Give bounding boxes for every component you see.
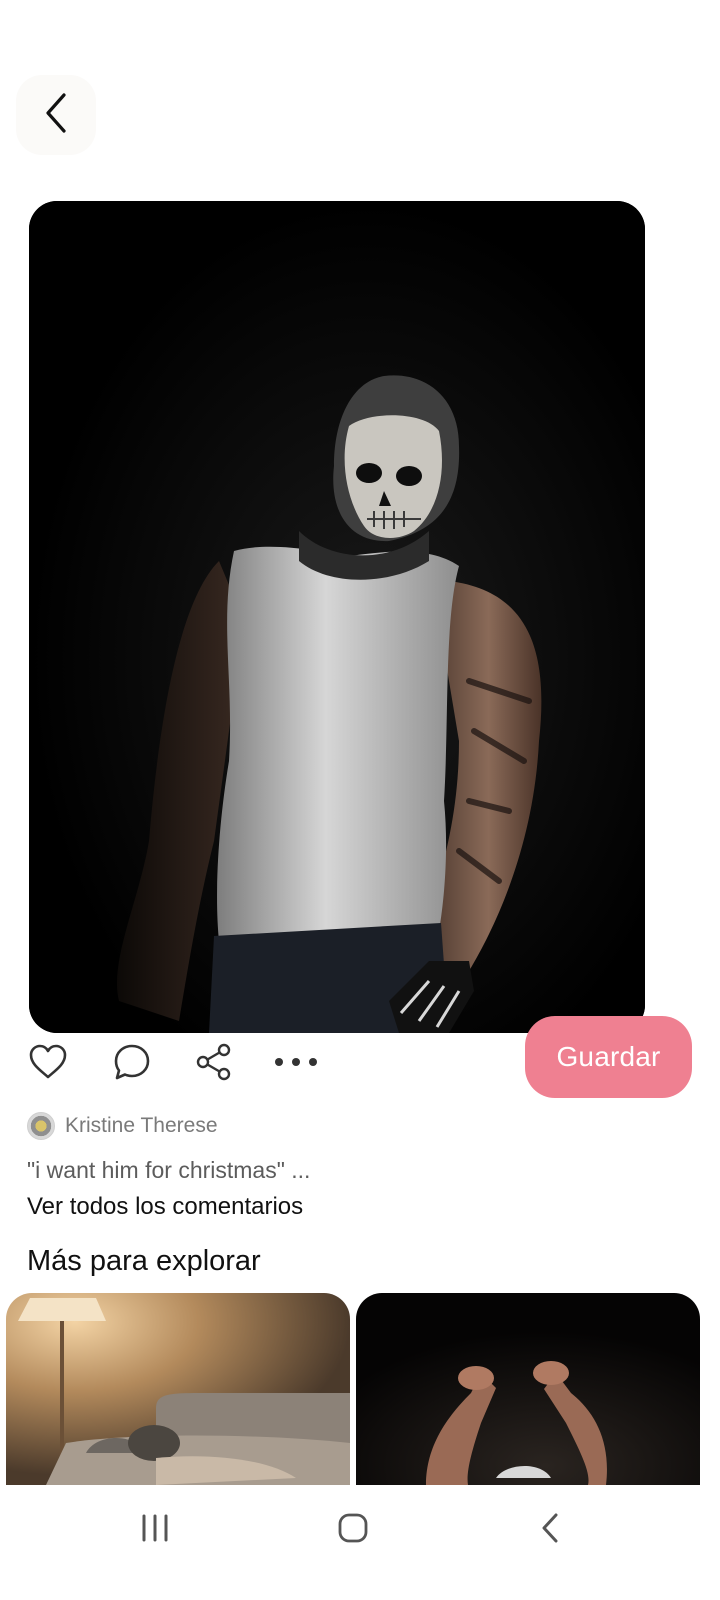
back-button[interactable]: [16, 75, 96, 155]
share-icon: [194, 1042, 234, 1087]
system-navigation-bar: [0, 1485, 720, 1600]
home-button[interactable]: [313, 1505, 393, 1555]
pin-author[interactable]: Kristine Therese: [27, 1110, 218, 1142]
comment-button[interactable]: [108, 1038, 156, 1090]
explore-pin-thumbnail[interactable]: [356, 1293, 700, 1485]
see-all-comments-link[interactable]: Ver todos los comentarios: [27, 1193, 303, 1221]
home-icon: [337, 1512, 369, 1549]
author-name[interactable]: Kristine Therese: [65, 1114, 218, 1138]
recent-apps-icon: [140, 1513, 170, 1548]
heart-icon: [28, 1044, 68, 1085]
avatar[interactable]: [27, 1112, 55, 1140]
like-button[interactable]: [24, 1038, 72, 1090]
system-back-button[interactable]: [510, 1505, 590, 1555]
pin-image[interactable]: [29, 201, 645, 1033]
back-icon: [538, 1512, 562, 1549]
more-options-button[interactable]: [270, 1038, 322, 1090]
comment-preview[interactable]: "i want him for christmas" ...: [27, 1157, 310, 1184]
share-button[interactable]: [190, 1038, 238, 1090]
save-button[interactable]: Guardar: [525, 1016, 692, 1098]
explore-pin-thumbnail[interactable]: [6, 1293, 350, 1485]
recent-apps-button[interactable]: [115, 1505, 195, 1555]
explore-section-title: Más para explorar: [27, 1245, 261, 1277]
comment-icon: [112, 1042, 152, 1087]
chevron-left-icon: [36, 89, 76, 142]
more-icon: [273, 1055, 319, 1073]
